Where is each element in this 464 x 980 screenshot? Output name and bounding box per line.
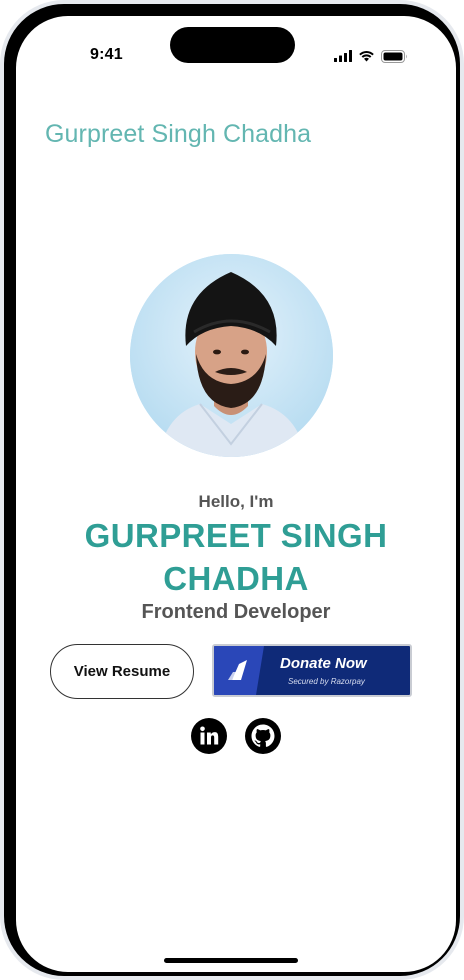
home-indicator xyxy=(164,958,298,963)
dynamic-island xyxy=(170,27,295,63)
screen: 9:41 Gurpreet Singh Chadha Hello, I'm GU… xyxy=(16,16,456,972)
brand-title[interactable]: Gurpreet Singh Chadha xyxy=(45,120,311,149)
phone-bezel: 9:41 Gurpreet Singh Chadha Hello, I'm GU… xyxy=(4,4,460,976)
hero-name: GURPREET SINGH CHADHA xyxy=(84,517,388,597)
donate-now-button[interactable]: Donate Now Secured by Razorpay xyxy=(212,644,412,697)
wifi-icon xyxy=(359,51,374,62)
cellular-signal-icon xyxy=(334,50,352,62)
status-bar-icons xyxy=(334,49,408,63)
donate-subtitle: Secured by Razorpay xyxy=(288,677,365,686)
razorpay-logo-icon xyxy=(228,660,247,680)
profile-avatar xyxy=(130,254,333,457)
social-links xyxy=(16,718,456,754)
role-title: Frontend Developer xyxy=(141,601,331,623)
phone-frame: 9:41 Gurpreet Singh Chadha Hello, I'm GU… xyxy=(0,0,464,980)
profile-photo xyxy=(130,254,333,457)
view-resume-button[interactable]: View Resume xyxy=(50,644,194,699)
razorpay-logo-box xyxy=(214,646,264,695)
donate-title: Donate Now xyxy=(280,655,367,672)
greeting-text: Hello, I'm xyxy=(198,492,274,511)
linkedin-icon[interactable] xyxy=(191,718,227,754)
battery-icon xyxy=(381,49,407,63)
github-icon[interactable] xyxy=(245,718,281,754)
status-bar-time: 9:41 xyxy=(90,46,123,63)
